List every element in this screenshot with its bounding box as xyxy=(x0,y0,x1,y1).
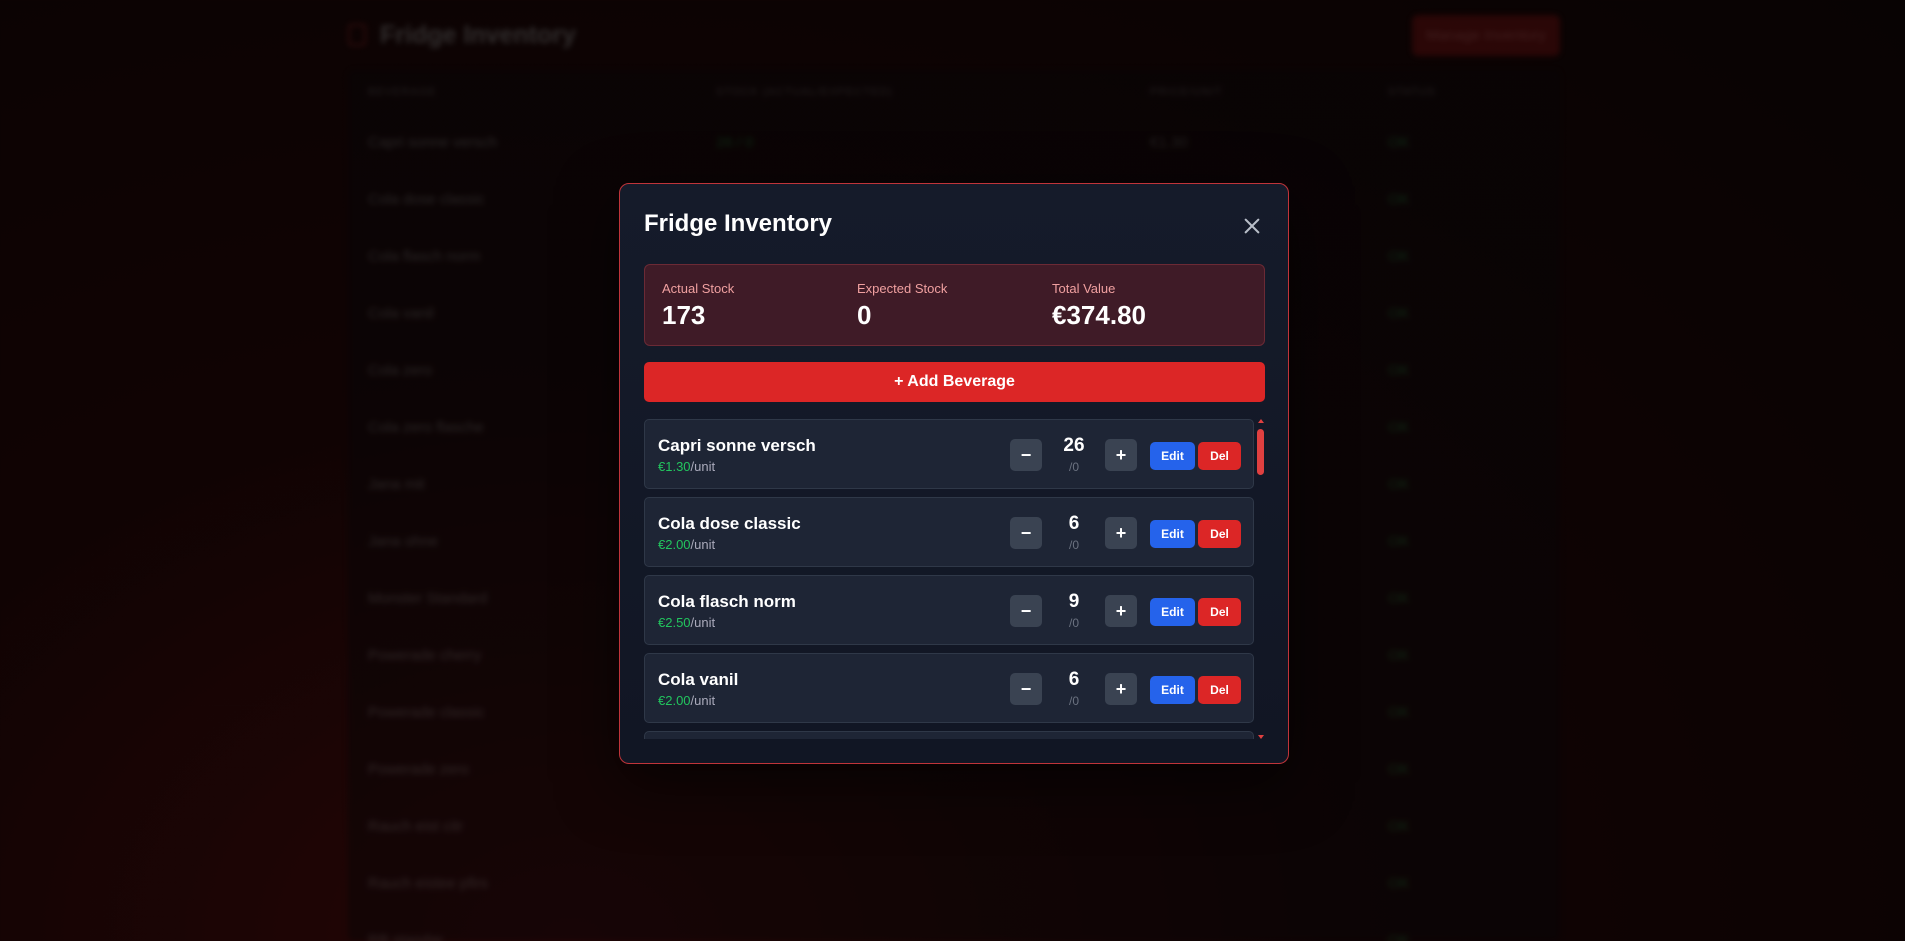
item-unit: /unit xyxy=(690,537,716,552)
item-price-value: €1.30 xyxy=(658,459,691,474)
increment-button[interactable]: + xyxy=(1105,673,1137,705)
item-unit: /unit xyxy=(690,615,716,630)
item-expected: /0 xyxy=(1068,616,1079,630)
increment-button[interactable]: + xyxy=(1105,595,1137,627)
list-item: Cola vanil €2.00/unit − 6/0 + Edit Del xyxy=(644,653,1254,723)
item-expected: /0 xyxy=(1068,460,1079,474)
modal-title: Fridge Inventory xyxy=(644,210,833,237)
inventory-modal: Fridge Inventory Actual Stock 173 Expect… xyxy=(619,183,1289,764)
beverage-list: Capri sonne versch €1.30/unit −26/0 + Edit De… xyxy=(644,419,1254,739)
stat-expected: Expected Stock 0 xyxy=(857,281,1052,330)
item-quantity: 26 xyxy=(1063,435,1085,456)
stat-label: Total Value xyxy=(1052,281,1116,296)
item-name: Cola dose classic xyxy=(658,514,801,533)
item-name: Cola flasch norm xyxy=(658,592,796,611)
stats-panel: Actual Stock 173 Expected Stock 0 Total … xyxy=(644,264,1265,346)
stat-label: Expected Stock xyxy=(857,281,948,296)
increment-button[interactable]: + xyxy=(1105,439,1137,471)
stat-value: 173 xyxy=(662,300,706,330)
stat-value: €374.80 xyxy=(1052,300,1146,330)
item-name: Cola vanil xyxy=(658,670,739,689)
item-expected: /0 xyxy=(1068,538,1079,552)
item-expected: /0 xyxy=(1068,694,1079,708)
item-price: €2.00/unit xyxy=(658,537,715,552)
delete-button[interactable]: Del xyxy=(1198,520,1241,548)
stat-label: Actual Stock xyxy=(662,281,735,296)
item-price-value: €2.00 xyxy=(658,537,691,552)
item-quantity: 6 xyxy=(1068,513,1080,534)
delete-button[interactable]: Del xyxy=(1198,442,1241,470)
decrement-button[interactable]: − xyxy=(1010,673,1042,705)
stat-actual: Actual Stock 173 xyxy=(662,281,857,330)
item-price: €2.00/unit xyxy=(658,693,715,708)
edit-button[interactable]: Edit xyxy=(1150,676,1195,704)
item-unit: /unit xyxy=(690,693,716,708)
stat-value: 0 xyxy=(857,300,872,330)
edit-button[interactable]: Edit xyxy=(1150,442,1195,470)
item-quantity: 9 xyxy=(1068,591,1080,612)
item-price: €1.30/unit xyxy=(658,459,715,474)
edit-button[interactable]: Edit xyxy=(1150,520,1195,548)
item-price: €2.50/unit xyxy=(658,615,715,630)
list-item: Cola flasch norm €2.50/unit − 9/0 + Edit Del xyxy=(644,575,1254,645)
list-item xyxy=(644,731,1254,739)
item-price-value: €2.50 xyxy=(658,615,691,630)
scroll-thumb[interactable] xyxy=(1257,429,1264,475)
item-price-value: €2.00 xyxy=(658,693,691,708)
close-icon[interactable] xyxy=(1240,214,1264,238)
list-item: Cola dose classic €2.00/unit − 6/0 + Edit Del xyxy=(644,497,1254,567)
delete-button[interactable]: Del xyxy=(1198,676,1241,704)
add-beverage-button[interactable]: + Add Beverage xyxy=(644,362,1265,402)
delete-button[interactable]: Del xyxy=(1198,598,1241,626)
increment-button[interactable]: + xyxy=(1105,517,1137,549)
list-item: Capri sonne versch €1.30/unit −26/0 + Edit De… xyxy=(644,419,1254,489)
edit-button[interactable]: Edit xyxy=(1150,598,1195,626)
scroll-down-icon[interactable] xyxy=(1258,735,1264,739)
decrement-button[interactable]: − xyxy=(1010,595,1042,627)
stat-total: Total Value €374.80 xyxy=(1052,281,1247,330)
scroll-up-icon[interactable] xyxy=(1258,419,1264,423)
item-unit: /unit xyxy=(690,459,716,474)
item-quantity: 6 xyxy=(1068,669,1080,690)
decrement-button[interactable]: − xyxy=(1010,517,1042,549)
scrollbar[interactable] xyxy=(1257,419,1265,739)
decrement-button[interactable]: − xyxy=(1010,439,1042,471)
item-name: Capri sonne versch xyxy=(658,436,816,455)
